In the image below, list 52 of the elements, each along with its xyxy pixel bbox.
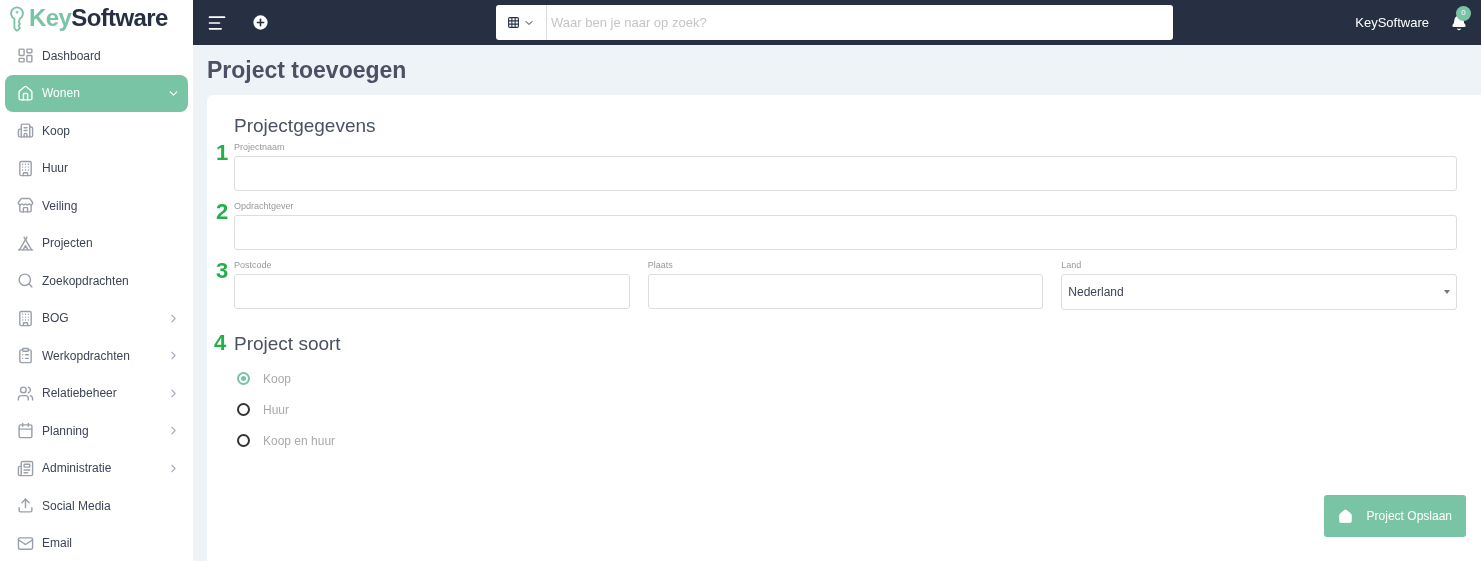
sidebar-item[interactable]: Koop <box>5 112 188 150</box>
field-label: Plaats <box>647 259 674 272</box>
sidebar-item[interactable]: BOG <box>5 299 188 337</box>
search-icon <box>17 272 34 290</box>
user-name[interactable]: KeySoftware <box>1355 12 1429 33</box>
house-icon <box>1337 508 1353 524</box>
people-icon <box>17 384 34 402</box>
radio-button[interactable] <box>237 403 250 416</box>
document-icon <box>17 459 34 477</box>
section-title: Project soort <box>234 332 341 356</box>
buildings-icon <box>17 122 34 140</box>
sidebar-item[interactable]: Projecten <box>5 224 188 262</box>
radio-button[interactable] <box>237 434 250 447</box>
building-icon <box>17 159 34 177</box>
tent-icon <box>17 234 34 252</box>
step-number: 4 <box>213 332 228 354</box>
house-icon <box>17 84 34 102</box>
sidebar-item[interactable]: Zoekopdrachten <box>5 262 188 300</box>
sidebar-item[interactable]: Veiling <box>5 187 188 225</box>
grid-icon <box>507 16 520 29</box>
clipboard-icon <box>17 347 34 365</box>
sidebar-item[interactable]: Planning <box>5 412 188 450</box>
step-number: 2 <box>215 200 230 226</box>
sidebar-item[interactable]: Dashboard <box>5 37 188 75</box>
building-icon <box>17 309 34 327</box>
logo[interactable]: KeySoftware <box>29 0 168 36</box>
store-icon <box>17 197 34 215</box>
field-label: Postcode <box>234 259 273 272</box>
field-label: Projectnaam <box>234 141 286 154</box>
upload-icon <box>17 497 34 515</box>
page-title: Project toevoegen <box>206 55 408 85</box>
field-label: Land <box>1061 259 1083 272</box>
section-title: Projectgegevens <box>233 114 377 138</box>
mail-icon <box>17 534 34 552</box>
sidebar-item[interactable]: Relatiebeheer <box>5 374 188 412</box>
sidebar-item[interactable]: Social Media <box>5 487 188 525</box>
dropdown-arrow-icon <box>1444 290 1450 294</box>
sidebar-item[interactable]: Email <box>5 524 188 561</box>
sidebar-item[interactable]: Administratie <box>5 449 188 487</box>
field-label: Opdrachtgever <box>234 200 295 213</box>
step-number: 1 <box>215 141 230 167</box>
dashboard-icon <box>17 47 34 65</box>
country-select[interactable]: Nederland <box>1061 274 1457 310</box>
search-field[interactable]: Waar ben je naar op zoek? <box>547 5 1173 40</box>
sidebar-item[interactable]: Werkopdrachten <box>5 337 188 375</box>
sidebar-item[interactable]: Huur <box>5 149 188 187</box>
radio-button[interactable] <box>237 372 250 385</box>
calendar-icon <box>17 422 34 440</box>
category-dropdown[interactable] <box>496 5 547 40</box>
notification-count: 0 <box>1456 5 1471 21</box>
add-icon[interactable] <box>251 13 270 32</box>
step-number: 3 <box>215 259 230 285</box>
